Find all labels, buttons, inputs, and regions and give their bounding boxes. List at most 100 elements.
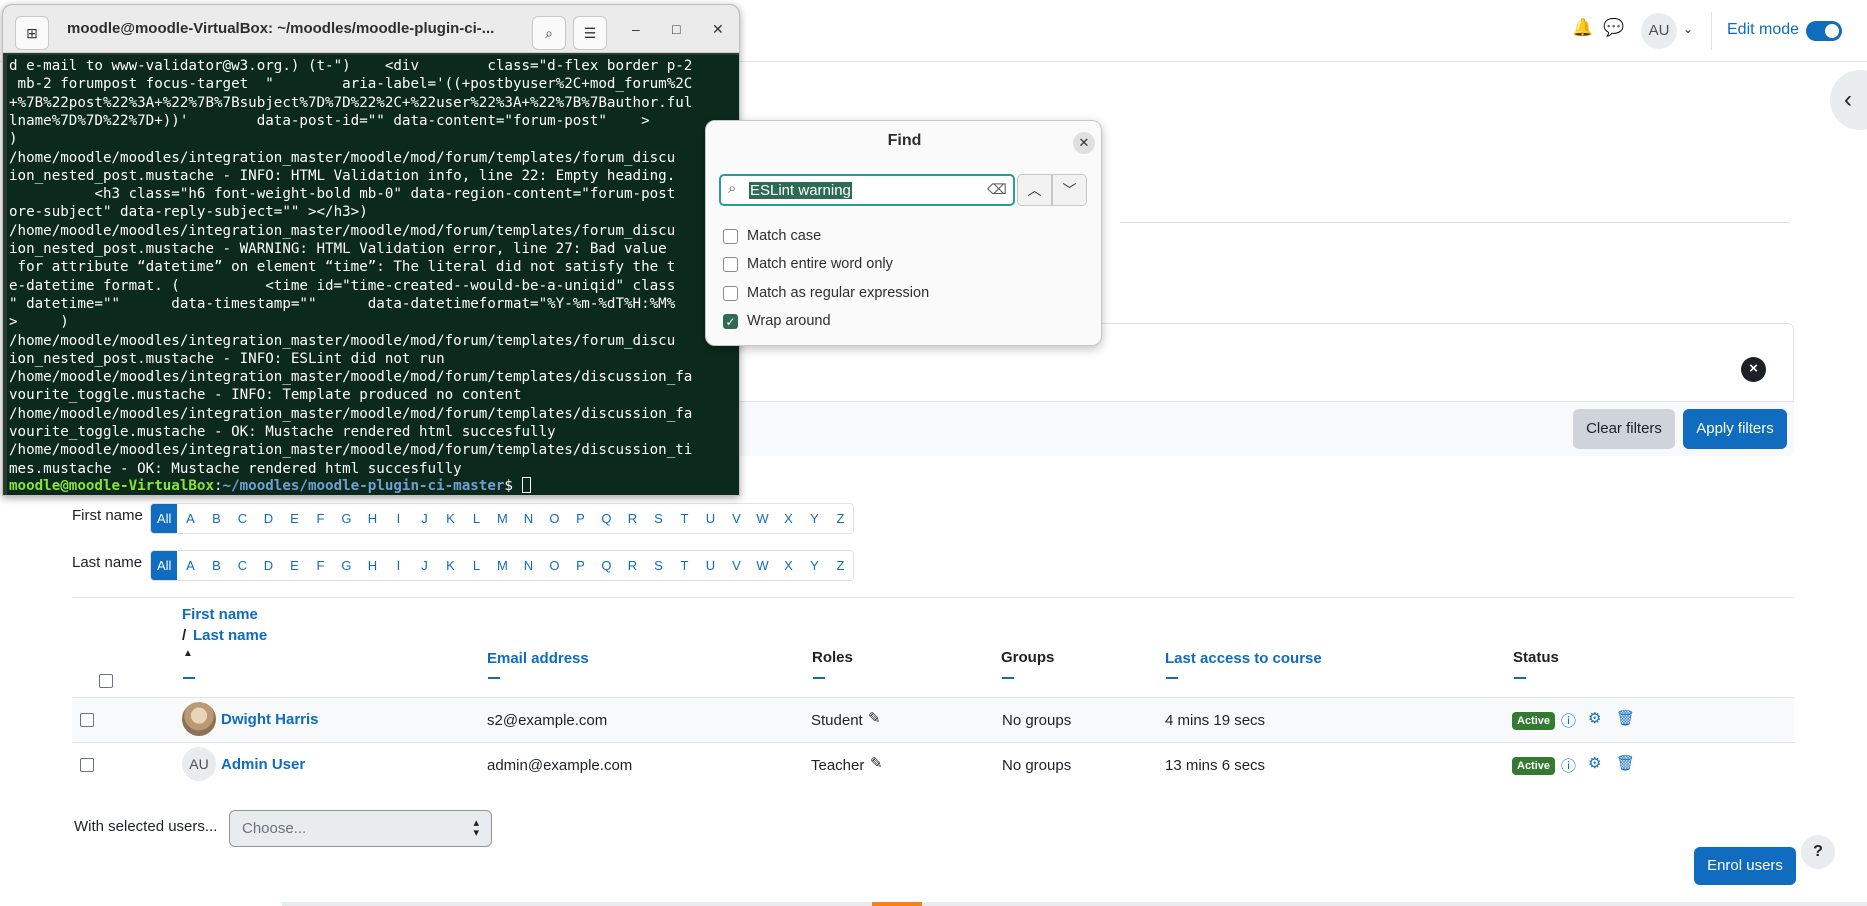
initial-letter-button[interactable]: A <box>177 504 204 533</box>
initial-letter-button[interactable]: B <box>203 504 230 533</box>
terminal-output[interactable]: d e-mail to www-validator@w3.org.) (t-")… <box>7 55 739 495</box>
initial-letter-button[interactable]: E <box>281 551 308 580</box>
sort-last-access-header[interactable]: Last access to course <box>1165 650 1322 667</box>
row-select-checkbox[interactable] <box>80 758 94 772</box>
initial-letter-button[interactable]: M <box>489 551 516 580</box>
initial-letter-button[interactable]: U <box>697 551 724 580</box>
initial-all-button[interactable]: All <box>151 551 178 580</box>
remove-filter-close-icon[interactable]: × <box>1741 357 1766 382</box>
initial-letter-button[interactable]: F <box>307 504 334 533</box>
initial-letter-button[interactable]: K <box>437 504 464 533</box>
initial-letter-button[interactable]: S <box>645 504 672 533</box>
initial-letter-button[interactable]: I <box>385 504 412 533</box>
initial-letter-button[interactable]: P <box>567 504 594 533</box>
notifications-bell-icon[interactable]: 🔔 <box>1572 18 1593 38</box>
messages-chat-icon[interactable]: 💬 <box>1603 18 1624 38</box>
terminal-window[interactable]: ⊞ moodle@moodle-VirtualBox: ~/moodles/mo… <box>2 4 740 496</box>
initial-letter-button[interactable]: O <box>541 504 568 533</box>
initial-letter-button[interactable]: M <box>489 504 516 533</box>
collapse-column-icon[interactable] <box>183 677 195 679</box>
initial-letter-button[interactable]: P <box>567 551 594 580</box>
initial-letter-button[interactable]: F <box>307 551 334 580</box>
initial-letter-button[interactable]: B <box>203 551 230 580</box>
enrolment-info-icon[interactable]: ⓘ <box>1561 710 1576 731</box>
edit-mode-toggle[interactable] <box>1806 21 1842 41</box>
terminal-prompt-line[interactable]: moodle@moodle-VirtualBox:~/moodles/moodl… <box>9 477 531 495</box>
edit-enrolment-gear-icon[interactable]: ⚙ <box>1588 709 1601 727</box>
initial-letter-button[interactable]: R <box>619 551 646 580</box>
initial-letter-button[interactable]: N <box>515 551 542 580</box>
edit-roles-pencil-icon[interactable]: ✎ <box>870 754 883 772</box>
unenrol-trash-icon[interactable]: 🗑 <box>1616 754 1635 772</box>
edit-enrolment-gear-icon[interactable]: ⚙ <box>1588 754 1601 772</box>
user-menu-avatar[interactable]: AU <box>1641 13 1677 49</box>
initial-letter-button[interactable]: U <box>697 504 724 533</box>
initial-letter-button[interactable]: J <box>411 551 438 580</box>
initial-letter-button[interactable]: Y <box>801 551 828 580</box>
initial-letter-button[interactable]: N <box>515 504 542 533</box>
initial-all-button[interactable]: All <box>151 504 178 533</box>
find-search-input[interactable]: ⌕ ESLint warning ⌫ <box>719 174 1015 206</box>
sort-first-name-header[interactable]: First name <box>182 606 258 623</box>
close-icon[interactable]: ✕ <box>712 21 724 38</box>
initial-letter-button[interactable]: G <box>333 551 360 580</box>
initial-letter-button[interactable]: D <box>255 551 282 580</box>
apply-filters-button[interactable]: Apply filters <box>1683 409 1787 449</box>
unenrol-trash-icon[interactable]: 🗑 <box>1616 709 1635 727</box>
clear-filters-button[interactable]: Clear filters <box>1573 409 1675 449</box>
user-name-link[interactable]: Admin User <box>221 756 305 773</box>
help-button[interactable]: ? <box>1801 835 1835 869</box>
initial-letter-button[interactable]: T <box>671 551 698 580</box>
initial-letter-button[interactable]: C <box>229 551 256 580</box>
initial-letter-button[interactable]: T <box>671 504 698 533</box>
initial-letter-button[interactable]: C <box>229 504 256 533</box>
open-drawer-button[interactable]: ‹ <box>1830 70 1867 130</box>
initial-letter-button[interactable]: O <box>541 551 568 580</box>
enrol-users-button[interactable]: Enrol users <box>1694 847 1796 885</box>
enrolment-info-icon[interactable]: ⓘ <box>1561 755 1576 776</box>
initial-letter-button[interactable]: L <box>463 504 490 533</box>
find-next-chevron-down-icon[interactable]: ﹀ <box>1052 174 1087 206</box>
maximize-icon[interactable]: □ <box>672 21 680 37</box>
collapse-column-icon[interactable] <box>813 677 825 679</box>
initial-letter-button[interactable]: D <box>255 504 282 533</box>
collapse-column-icon[interactable] <box>1514 677 1526 679</box>
initial-letter-button[interactable]: H <box>359 551 386 580</box>
initial-letter-button[interactable]: V <box>723 551 750 580</box>
initial-letter-button[interactable]: K <box>437 551 464 580</box>
match-whole-word-checkbox[interactable] <box>723 257 738 272</box>
sort-email-header[interactable]: Email address <box>487 650 589 667</box>
initial-letter-button[interactable]: H <box>359 504 386 533</box>
initial-letter-button[interactable]: R <box>619 504 646 533</box>
initial-letter-button[interactable]: Z <box>827 504 854 533</box>
bulk-action-select[interactable]: Choose... ▴ ▾ <box>229 810 492 847</box>
collapse-column-icon[interactable] <box>1002 677 1014 679</box>
find-search-query[interactable]: ESLint warning <box>749 182 852 199</box>
user-name-link[interactable]: Dwight Harris <box>221 711 319 728</box>
initial-letter-button[interactable]: V <box>723 504 750 533</box>
initial-letter-button[interactable]: A <box>177 551 204 580</box>
match-case-checkbox[interactable] <box>723 229 738 244</box>
initial-letter-button[interactable]: W <box>749 504 776 533</box>
initial-letter-button[interactable]: W <box>749 551 776 580</box>
initial-letter-button[interactable]: Q <box>593 504 620 533</box>
initial-letter-button[interactable]: G <box>333 504 360 533</box>
collapse-column-icon[interactable] <box>488 677 500 679</box>
hamburger-menu-icon[interactable]: ☰ <box>573 16 607 50</box>
initial-letter-button[interactable]: S <box>645 551 672 580</box>
terminal-titlebar[interactable]: ⊞ moodle@moodle-VirtualBox: ~/moodles/mo… <box>3 5 739 53</box>
clear-text-icon[interactable]: ⌫ <box>987 181 1007 198</box>
regex-checkbox[interactable] <box>723 286 738 301</box>
initial-letter-button[interactable]: I <box>385 551 412 580</box>
sort-last-name-header[interactable]: Last name <box>193 627 267 644</box>
initial-letter-button[interactable]: E <box>281 504 308 533</box>
initial-letter-button[interactable]: X <box>775 551 802 580</box>
initial-letter-button[interactable]: Q <box>593 551 620 580</box>
find-dialog[interactable]: Find ✕ ⌕ ESLint warning ⌫ ︿ ﹀ Match case… <box>705 120 1102 346</box>
minimize-icon[interactable]: – <box>632 21 640 37</box>
search-icon[interactable]: ⌕ <box>532 16 566 50</box>
close-icon[interactable]: ✕ <box>1073 132 1095 154</box>
user-menu-chevron-down-icon[interactable]: ⌄ <box>1683 22 1693 36</box>
row-select-checkbox[interactable] <box>80 713 94 727</box>
initial-letter-button[interactable]: J <box>411 504 438 533</box>
